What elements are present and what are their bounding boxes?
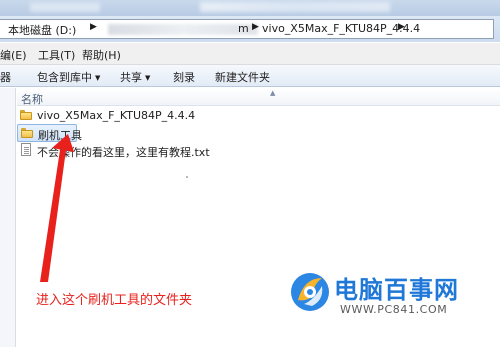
command-bar: 器 包含到库中 ▼ 共享 ▼ 刻录 新建文件夹 xyxy=(0,65,500,87)
menu-help[interactable]: 帮助(H) xyxy=(82,47,121,63)
sort-ascending-icon: ▲ xyxy=(270,89,276,97)
column-header-name[interactable]: 名称 ▲ xyxy=(17,88,500,106)
breadcrumb-separator-icon[interactable]: ▶ xyxy=(398,22,405,32)
blurred-region xyxy=(30,3,100,12)
dropdown-caret-icon: ▼ xyxy=(145,74,151,82)
address-bar[interactable]: 本地磁盘 (D:) ▶ m ▶ vivo_X5Max_F_KTU84P_4.4.… xyxy=(0,19,494,39)
stray-dot xyxy=(186,176,188,178)
blurred-region xyxy=(108,24,258,35)
text-file-icon xyxy=(21,143,31,156)
watermark-url: WWW.PC841.COM xyxy=(340,303,448,316)
dropdown-caret-icon: ▼ xyxy=(95,74,101,82)
breadcrumb-local-disk[interactable]: 本地磁盘 (D:) xyxy=(8,22,76,38)
navigation-pane[interactable] xyxy=(0,88,16,347)
toolbar-organize-button[interactable]: 器 xyxy=(0,69,11,85)
list-item-folder[interactable]: vivo_X5Max_F_KTU84P_4.4.4 xyxy=(17,107,247,125)
toolbar-new-folder-button[interactable]: 新建文件夹 xyxy=(215,69,270,85)
watermark-title: 电脑百事网 xyxy=(334,276,459,304)
breadcrumb-separator-icon[interactable]: ▶ xyxy=(252,22,259,32)
list-item-folder-selected[interactable]: 刷机工具 xyxy=(17,124,82,142)
breadcrumb-current-folder[interactable]: vivo_X5Max_F_KTU84P_4.4.4 xyxy=(262,22,420,35)
toolbar-label: 共享 xyxy=(120,71,142,84)
toolbar-label: 包含到库中 xyxy=(37,71,92,84)
column-header-label: 名称 xyxy=(21,93,43,106)
arrow-shaft xyxy=(40,150,66,282)
menu-edit[interactable]: 编(E) xyxy=(0,47,27,63)
file-name: vivo_X5Max_F_KTU84P_4.4.4 xyxy=(37,109,196,122)
file-name: 刷机工具 xyxy=(38,129,82,142)
address-bar-row: 本地磁盘 (D:) ▶ m ▶ vivo_X5Max_F_KTU84P_4.4.… xyxy=(0,16,500,42)
file-name: 不会操作的看这里，这里有教程.txt xyxy=(37,146,210,159)
instruction-text: 进入这个刷机工具的文件夹 xyxy=(36,293,193,308)
menu-tools[interactable]: 工具(T) xyxy=(38,47,75,63)
toolbar-share-button[interactable]: 共享 ▼ xyxy=(120,69,150,85)
breadcrumb-blurred-tail: m xyxy=(238,22,249,35)
menu-bar: 编(E) 工具(T) 帮助(H) xyxy=(0,43,500,65)
folder-icon xyxy=(21,128,33,138)
site-logo xyxy=(291,273,329,311)
list-item-text-file[interactable]: 不会操作的看这里，这里有教程.txt xyxy=(17,142,247,160)
toolbar-burn-button[interactable]: 刻录 xyxy=(173,69,195,85)
toolbar-include-in-library-button[interactable]: 包含到库中 ▼ xyxy=(37,69,100,85)
folder-icon xyxy=(20,110,32,120)
blurred-region xyxy=(200,2,390,12)
window-title-bar xyxy=(0,0,500,16)
breadcrumb-separator-icon[interactable]: ▶ xyxy=(90,22,97,32)
